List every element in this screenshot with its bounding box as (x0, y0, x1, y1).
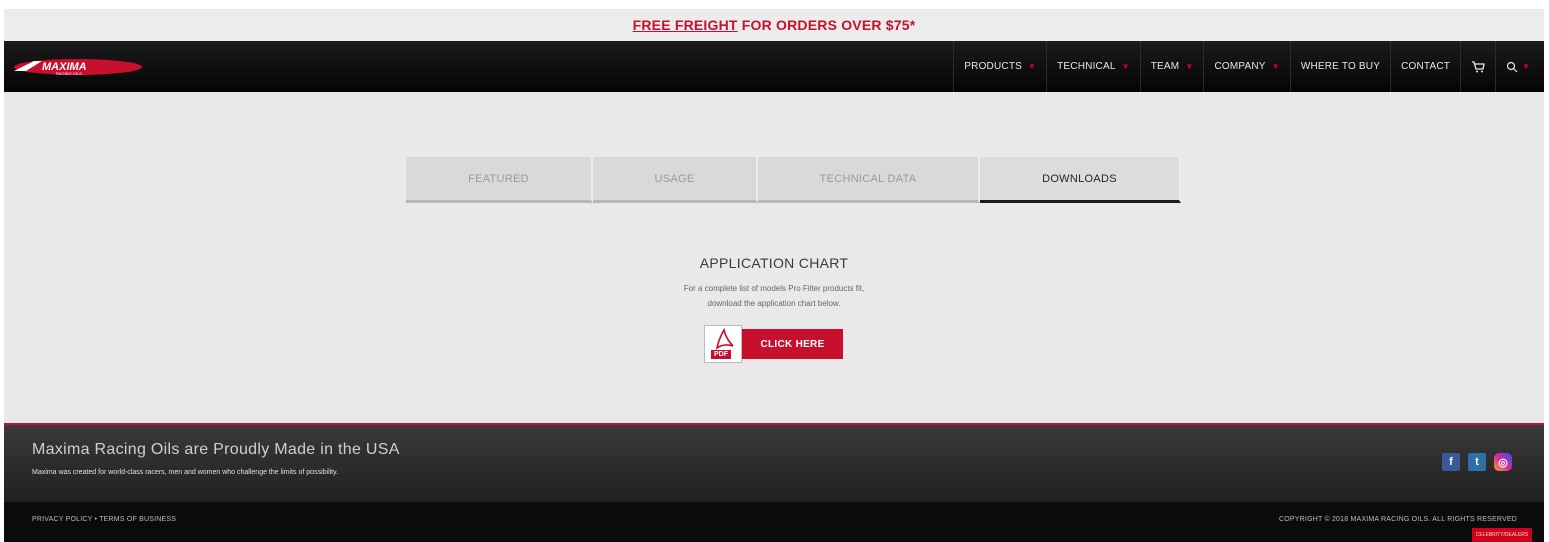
legal-bar: PRIVACY POLICY • TERMS OF BUSINESS COPYR… (4, 502, 1544, 542)
pdf-icon: PDF (704, 325, 742, 363)
dealer-tag-button[interactable]: CELEBRITY/DEALERS (1472, 528, 1532, 542)
tab-technical-data[interactable]: TECHNICAL DATA (758, 157, 980, 203)
tab-featured[interactable]: FEATURED (406, 157, 593, 203)
caret-down-icon: ▼ (1522, 62, 1530, 71)
legal-links[interactable]: PRIVACY POLICY • TERMS OF BUSINESS (32, 516, 176, 523)
caret-down-icon: ▼ (1271, 62, 1280, 71)
nav-label: CONTACT (1401, 61, 1451, 72)
promo-text: FOR ORDERS OVER $75* (737, 17, 916, 33)
brand-logo[interactable]: MAXIMA RACING OILS (12, 41, 144, 92)
footer-title: Maxima Racing Oils are Proudly Made in t… (32, 441, 400, 458)
tab-downloads[interactable]: DOWNLOADS (980, 157, 1181, 203)
promo-highlight[interactable]: FREE FREIGHT (633, 17, 738, 33)
cart-button[interactable] (1460, 41, 1495, 92)
nav-label: TEAM (1150, 61, 1180, 72)
facebook-icon[interactable]: f (1442, 453, 1460, 471)
maxima-logo-icon: MAXIMA RACING OILS (12, 57, 144, 77)
footer-subtitle: Maxima was created for world-class racer… (32, 469, 339, 476)
instagram-icon[interactable]: ◎ (1494, 453, 1512, 471)
product-tabs: FEATURED USAGE TECHNICAL DATA DOWNLOADS (406, 157, 1181, 203)
tab-usage[interactable]: USAGE (593, 157, 758, 203)
nav-item-contact[interactable]: CONTACT (1390, 41, 1460, 92)
copyright-text: COPYRIGHT © 2018 MAXIMA RACING OILS. ALL… (1279, 516, 1517, 523)
nav-label: COMPANY (1214, 61, 1266, 72)
nav-item-technical[interactable]: TECHNICAL ▼ (1046, 41, 1140, 92)
nav-item-products[interactable]: PRODUCTS ▼ (953, 41, 1046, 92)
caret-down-icon: ▼ (1028, 62, 1037, 71)
twitter-icon[interactable]: t (1468, 453, 1486, 471)
section-title: APPLICATION CHART (699, 255, 849, 271)
promo-banner[interactable]: FREE FREIGHT FOR ORDERS OVER $75* (4, 9, 1544, 41)
social-links: f t ◎ (1442, 453, 1512, 471)
nav-label: TECHNICAL (1057, 61, 1116, 72)
description-line: download the application chart below. (707, 299, 841, 308)
search-icon (1506, 61, 1518, 72)
cart-icon (1472, 60, 1485, 72)
nav-item-team[interactable]: TEAM ▼ (1139, 41, 1204, 92)
caret-down-icon: ▼ (1121, 62, 1130, 71)
caret-down-icon: ▼ (1185, 62, 1194, 71)
nav-menu: PRODUCTS ▼ TECHNICAL ▼ TEAM ▼ COMPANY ▼ WHER… (953, 41, 1540, 92)
site-footer: Maxima Racing Oils are Proudly Made in t… (4, 423, 1544, 502)
search-button[interactable]: ▼ (1495, 41, 1540, 92)
nav-label: PRODUCTS (964, 61, 1022, 72)
section-description: For a complete list of models Pro Filter… (4, 281, 1544, 311)
pdf-label: PDF (711, 350, 731, 359)
nav-item-where-to-buy[interactable]: WHERE TO BUY (1289, 41, 1390, 92)
nav-label: WHERE TO BUY (1300, 61, 1381, 72)
product-content: FEATURED USAGE TECHNICAL DATA DOWNLOADS … (4, 92, 1544, 423)
download-application-chart[interactable]: PDF CLICK HERE (704, 325, 843, 363)
logo-subtext: RACING OILS (56, 71, 82, 76)
click-here-button[interactable]: CLICK HERE (742, 329, 843, 359)
description-line: For a complete list of models Pro Filter… (683, 284, 865, 293)
nav-item-company[interactable]: COMPANY ▼ (1203, 41, 1289, 92)
main-navbar: MAXIMA RACING OILS PRODUCTS ▼ TECHNICAL ▼ … (4, 41, 1544, 92)
